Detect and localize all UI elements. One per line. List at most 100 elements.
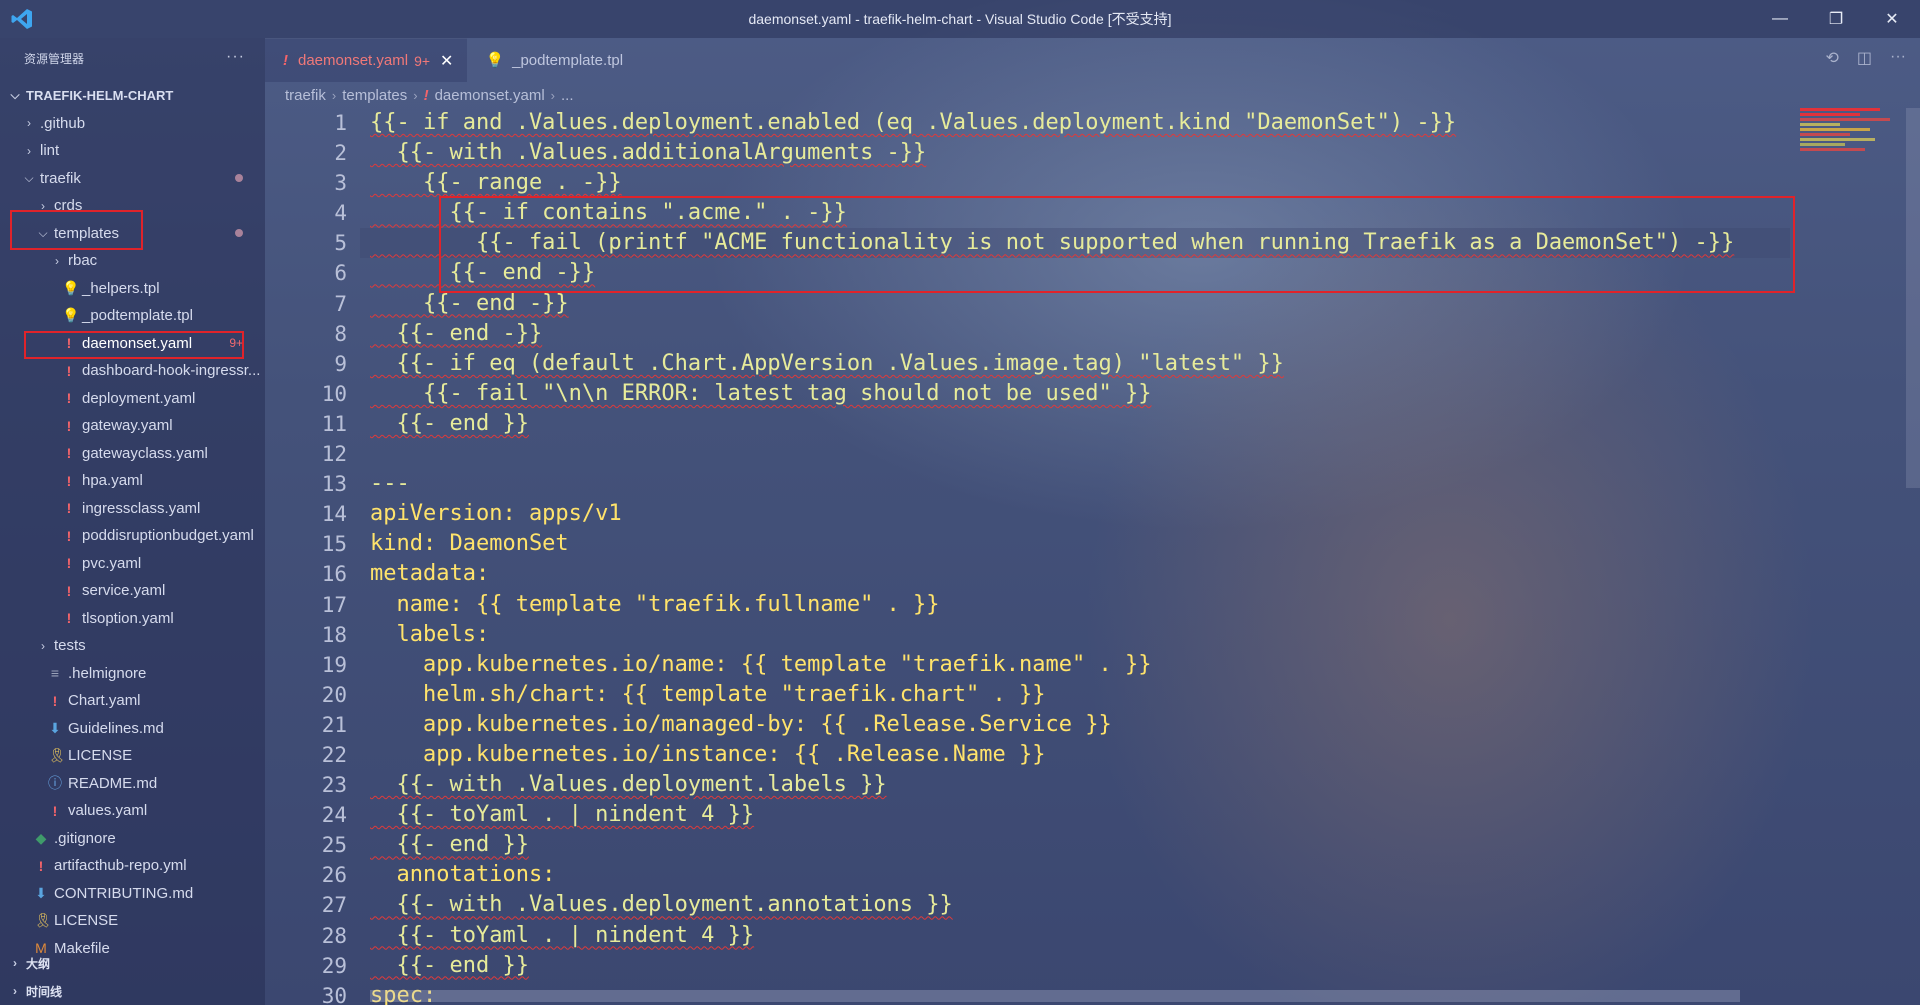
code-line: {{- end -}} <box>370 289 1920 319</box>
close-button[interactable]: ✕ <box>1864 0 1920 38</box>
code-line: {{- end -}} <box>370 258 1920 288</box>
tree-folder-item[interactable]: ⌵ templates <box>0 220 265 248</box>
tree-folder-item[interactable]: › tests <box>0 632 265 660</box>
chevron-right-icon: › <box>41 638 45 653</box>
more-actions-icon[interactable]: ··· <box>226 48 245 66</box>
md-file-icon: ⬇ <box>49 719 61 736</box>
more-actions-icon[interactable]: ··· <box>1890 48 1906 68</box>
chevron-right-icon: › <box>41 198 45 213</box>
line-number: 10 <box>321 381 347 406</box>
tree-file-item[interactable]: ! values.yaml <box>0 797 265 825</box>
tree-file-item[interactable]: ⬇ CONTRIBUTING.md <box>0 880 265 908</box>
tree-file-item[interactable]: ! daemonset.yaml 9+ <box>0 330 265 358</box>
timeline-section[interactable]: › 时间线 <box>0 978 265 1004</box>
chevron-right-icon: › <box>13 956 17 970</box>
tree-folder-item[interactable]: ⌵ traefik <box>0 165 265 193</box>
chevron-right-icon: › <box>13 984 17 998</box>
tree-file-item[interactable]: ⬇ Guidelines.md <box>0 715 265 743</box>
line-number: 1 <box>334 111 347 135</box>
open-changes-icon[interactable]: ⟲ <box>1825 48 1838 68</box>
tree-file-item[interactable]: ⓘ README.md <box>0 770 265 798</box>
tree-file-item[interactable]: 💡 _helpers.tpl <box>0 275 265 303</box>
tree-file-item[interactable]: ! artifacthub-repo.yml <box>0 852 265 880</box>
tab-daemonset-yaml[interactable]: ! daemonset.yaml 9+ ✕ <box>265 38 468 82</box>
line-number: 22 <box>321 742 347 767</box>
tree-file-item[interactable]: ! service.yaml <box>0 577 265 605</box>
workspace-root-label: TRAEFIK-HELM-CHART <box>26 88 174 104</box>
tree-folder-item[interactable]: › .github <box>0 110 265 138</box>
code-line-text: apiVersion: apps/v1 <box>370 501 622 527</box>
breadcrumb-item[interactable]: templates <box>342 87 407 104</box>
tree-folder-item[interactable]: › lint <box>0 137 265 165</box>
chevron-right-icon: › <box>55 253 59 268</box>
tree-file-item[interactable]: ! deployment.yaml <box>0 385 265 413</box>
tree-file-item[interactable]: ! Chart.yaml <box>0 687 265 715</box>
code-line-text: {{- fail "\n\n ERROR: latest tag should … <box>370 380 1152 406</box>
tree-file-item[interactable]: 💡 _podtemplate.tpl <box>0 302 265 330</box>
chevron-right-icon: › <box>27 116 31 131</box>
tree-item-label: .helmignore <box>68 664 147 682</box>
tree-item-label: .github <box>40 114 86 132</box>
code-line-text: kind: DaemonSet <box>370 531 569 557</box>
modified-dot-icon <box>235 174 243 183</box>
code-line: metadata: <box>370 559 1920 589</box>
title-bar: daemonset.yaml - traefik-helm-chart - Vi… <box>0 0 1920 38</box>
file-tree: ⌵ TRAEFIK-HELM-CHART › .github › lint ⌵ traef… <box>0 82 265 962</box>
code-line: {{- if and .Values.deployment.enabled (e… <box>370 108 1920 138</box>
code-line-text: app.kubernetes.io/instance: {{ .Release.… <box>370 741 1046 767</box>
tree-item-label: Guidelines.md <box>68 719 164 737</box>
code-line: app.kubernetes.io/managed-by: {{ .Releas… <box>370 710 1920 740</box>
minimize-button[interactable]: — <box>1752 0 1808 38</box>
tree-file-item[interactable]: ! gatewayclass.yaml <box>0 440 265 468</box>
code-line: {{- end }} <box>370 830 1920 860</box>
vertical-scrollbar[interactable] <box>1906 108 1920 488</box>
tree-file-item[interactable]: ! poddisruptionbudget.yaml <box>0 522 265 550</box>
close-tab-icon[interactable]: ✕ <box>440 51 453 71</box>
line-number-gutter: 1 2 3 4 5 6 7 8 9 10 11 12 13 14 15 16 17 18 19 20 21 22 23 24 2… <box>265 108 347 1005</box>
code-line-text: {{- fail (printf "ACME functionality is … <box>370 230 1735 256</box>
code-line-text: {{- toYaml . | nindent 4 }} <box>370 802 755 828</box>
tree-item-label: poddisruptionbudget.yaml <box>82 527 254 545</box>
tree-item-label: artifacthub-repo.yml <box>54 857 187 875</box>
split-editor-icon[interactable]: ◫ <box>1857 48 1872 68</box>
line-number: 7 <box>334 291 347 316</box>
tree-file-item[interactable]: ◆ .gitignore <box>0 825 265 853</box>
code-area[interactable]: {{- if and .Values.deployment.enabled (e… <box>370 108 1920 1005</box>
horizontal-scrollbar[interactable] <box>370 990 1740 1002</box>
tree-folder-item[interactable]: › rbac <box>0 247 265 275</box>
tree-file-item[interactable]: ! gateway.yaml <box>0 412 265 440</box>
tab-podtemplate-tpl[interactable]: 💡 _podtemplate.tpl <box>467 38 637 82</box>
tree-file-item[interactable]: ! ingressclass.yaml <box>0 495 265 523</box>
tree-item-label: README.md <box>68 774 158 792</box>
tree-file-item[interactable]: ! hpa.yaml <box>0 467 265 495</box>
tree-item-label: gateway.yaml <box>82 417 173 435</box>
code-line-text: {{- toYaml . | nindent 4 }} <box>370 922 755 948</box>
line-number: 13 <box>321 472 347 497</box>
outline-section[interactable]: › 大纲 <box>0 950 265 976</box>
workspace-root[interactable]: ⌵ TRAEFIK-HELM-CHART <box>0 82 265 110</box>
tree-item-label: LICENSE <box>68 747 133 765</box>
tree-file-item[interactable]: ! tlsoption.yaml <box>0 605 265 633</box>
minimap[interactable] <box>1800 108 1910 198</box>
tree-folder-item[interactable]: › crds <box>0 192 265 220</box>
tree-item-label: dashboard-hook-ingressr... <box>82 362 261 380</box>
code-editor[interactable]: 1 2 3 4 5 6 7 8 9 10 11 12 13 14 15 16 17 18 19 20 21 22 23 24 2… <box>265 108 1920 1005</box>
tree-file-item[interactable]: ≡ .helmignore <box>0 660 265 688</box>
breadcrumb-item[interactable]: traefik <box>285 87 326 104</box>
line-number: 11 <box>321 411 347 436</box>
tree-file-item[interactable]: ! pvc.yaml <box>0 550 265 578</box>
tree-item-label: values.yaml <box>68 802 148 820</box>
code-line: {{- if eq (default .Chart.AppVersion .Va… <box>370 349 1920 379</box>
yaml-file-icon: ! <box>66 417 72 434</box>
tree-item-label: tlsoption.yaml <box>82 609 174 627</box>
breadcrumb-item[interactable]: ... <box>561 87 574 104</box>
tree-file-item[interactable]: 🎗 LICENSE <box>0 907 265 935</box>
yaml-file-icon: ! <box>66 390 72 407</box>
breadcrumb-item[interactable]: daemonset.yaml <box>435 87 545 104</box>
restore-button[interactable]: ❐ <box>1808 0 1864 38</box>
line-number: 16 <box>321 562 347 587</box>
code-line-text: {{- with .Values.deployment.labels }} <box>370 772 887 798</box>
problem-count-badge: 9+ <box>414 52 431 69</box>
tree-file-item[interactable]: 🎗 LICENSE <box>0 742 265 770</box>
tree-file-item[interactable]: ! dashboard-hook-ingressr... <box>0 357 265 385</box>
